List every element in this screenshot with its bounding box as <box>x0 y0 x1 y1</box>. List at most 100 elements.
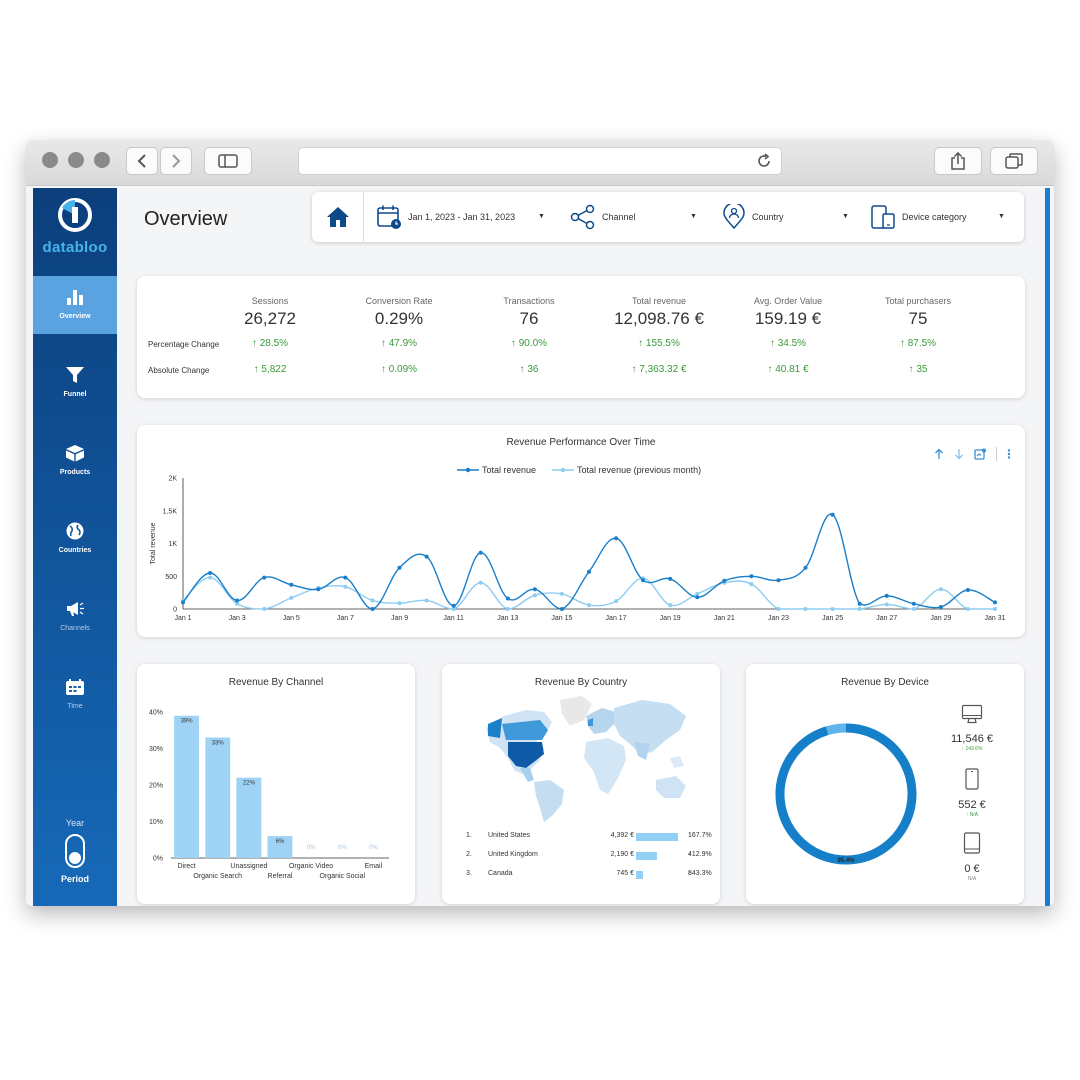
data-point[interactable] <box>262 607 267 611</box>
data-point[interactable] <box>938 587 943 592</box>
data-point[interactable] <box>776 607 781 611</box>
data-point[interactable] <box>857 601 862 606</box>
kpi-abs-value: 36 <box>527 364 539 375</box>
data-point[interactable] <box>722 578 727 583</box>
donut-slice-desktop[interactable] <box>775 723 917 865</box>
data-point[interactable] <box>370 607 375 611</box>
data-point[interactable] <box>587 603 591 608</box>
data-point[interactable] <box>559 591 564 596</box>
main-scrollbar[interactable] <box>1045 188 1050 906</box>
data-point[interactable] <box>505 596 510 601</box>
data-point[interactable] <box>803 607 808 611</box>
data-point[interactable] <box>884 593 889 598</box>
window-close-button[interactable] <box>42 152 58 168</box>
data-point[interactable] <box>830 512 835 517</box>
data-point[interactable] <box>803 565 808 570</box>
back-button[interactable] <box>126 147 158 175</box>
sidebar-item-countries[interactable]: Countries <box>33 510 117 568</box>
data-point[interactable] <box>370 598 375 603</box>
data-point[interactable] <box>668 576 673 581</box>
data-point[interactable] <box>559 607 564 611</box>
data-point[interactable] <box>857 607 862 611</box>
data-point[interactable] <box>587 569 591 574</box>
data-point[interactable] <box>911 607 916 611</box>
data-point[interactable] <box>641 578 646 583</box>
country-row[interactable]: 2. United Kingdom 2,190 € 412.9% ↑ <box>466 851 712 865</box>
bar[interactable] <box>236 777 262 858</box>
data-point[interactable] <box>262 575 267 580</box>
country-change-value: 412.9% <box>688 851 712 858</box>
data-point[interactable] <box>938 605 943 609</box>
tabs-button[interactable] <box>990 147 1038 175</box>
data-point[interactable] <box>316 587 321 592</box>
data-point[interactable] <box>668 603 673 608</box>
data-point[interactable] <box>424 554 429 559</box>
home-button[interactable] <box>312 192 364 242</box>
data-point[interactable] <box>749 582 754 587</box>
window-zoom-button[interactable] <box>94 152 110 168</box>
brand-logo[interactable]: databloo <box>33 198 117 256</box>
data-point[interactable] <box>776 578 781 583</box>
data-point[interactable] <box>993 607 997 611</box>
data-point[interactable] <box>397 565 402 570</box>
data-point[interactable] <box>208 571 213 575</box>
share-button[interactable] <box>934 147 982 175</box>
sidebar-item-label: Funnel <box>63 391 87 398</box>
date-range-filter[interactable]: Jan 1, 2023 - Jan 31, 2023 ▼ <box>376 192 554 242</box>
bar-chart-icon <box>67 290 83 305</box>
device-category-filter[interactable]: Device category ▼ <box>870 192 1010 242</box>
data-point[interactable] <box>208 575 213 580</box>
channel-filter[interactable]: Channel ▼ <box>570 192 702 242</box>
data-point[interactable] <box>884 602 889 607</box>
bar-data-label: 22% <box>243 781 256 787</box>
data-point[interactable] <box>451 603 456 608</box>
reload-icon[interactable] <box>755 152 773 170</box>
chevron-down-icon: ▼ <box>538 213 545 220</box>
tabs-icon <box>1005 153 1023 169</box>
data-point[interactable] <box>505 607 510 611</box>
bar[interactable] <box>174 715 199 858</box>
sidebar-item-time[interactable]: Time <box>33 666 117 724</box>
sidebar-item-channels[interactable]: Channels <box>33 588 117 646</box>
bar[interactable] <box>205 737 231 859</box>
sidebar-toggle-button[interactable] <box>204 147 252 175</box>
forward-button[interactable] <box>160 147 192 175</box>
data-point[interactable] <box>532 587 537 592</box>
address-bar[interactable] <box>298 147 782 175</box>
data-point[interactable] <box>749 574 754 579</box>
kpi-percentage-change: ↑ 87.5% <box>853 338 983 349</box>
kpi-absolute-change: ↑ 40.81 € <box>723 364 853 375</box>
country-row[interactable]: 3. Canada 745 € 843.3% ↑ <box>466 870 712 884</box>
data-point[interactable] <box>235 598 240 603</box>
data-point[interactable] <box>343 584 348 589</box>
data-point[interactable] <box>830 607 835 611</box>
bar-data-label: 0% <box>307 845 316 851</box>
data-point[interactable] <box>614 599 619 604</box>
data-point[interactable] <box>532 593 537 598</box>
data-point[interactable] <box>993 600 997 605</box>
donut-slice-mobile[interactable] <box>825 723 847 736</box>
sidebar-item-funnel[interactable]: Funnel <box>33 354 117 412</box>
data-point[interactable] <box>478 580 483 585</box>
sidebar-item-products[interactable]: Products <box>33 432 117 490</box>
data-point[interactable] <box>289 595 294 600</box>
data-point[interactable] <box>397 601 402 606</box>
data-point[interactable] <box>289 582 294 587</box>
data-point[interactable] <box>343 575 348 580</box>
country-filter[interactable]: Country ▼ <box>722 192 854 242</box>
data-point[interactable] <box>965 607 970 611</box>
data-point[interactable] <box>695 595 700 600</box>
data-point[interactable] <box>614 536 619 541</box>
data-point[interactable] <box>911 601 916 606</box>
data-point[interactable] <box>478 550 483 555</box>
data-point[interactable] <box>424 598 429 603</box>
country-revenue: 2,190 € <box>610 851 634 858</box>
data-point[interactable] <box>965 588 970 592</box>
period-toggle[interactable] <box>65 834 85 868</box>
window-minimize-button[interactable] <box>68 152 84 168</box>
sidebar-item-overview[interactable]: Overview <box>33 276 117 334</box>
filter-bar: Jan 1, 2023 - Jan 31, 2023 ▼ Channel ▼ C… <box>312 192 1024 242</box>
country-change-value: 843.3% <box>688 870 712 877</box>
country-row[interactable]: 1. United States 4,392 € 167.7% ↑ <box>466 832 712 846</box>
data-point[interactable] <box>181 600 185 605</box>
